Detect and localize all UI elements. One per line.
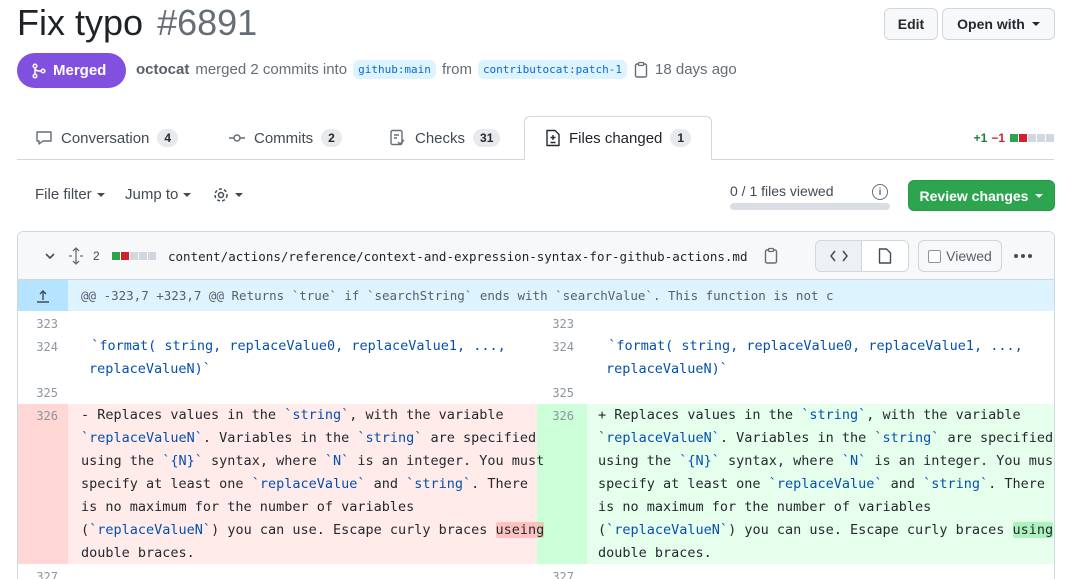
- pr-meta: octocat merged 2 commits into github:mai…: [136, 60, 737, 79]
- chevron-down-icon: [183, 192, 192, 197]
- head-branch[interactable]: contributocat:patch-1: [477, 60, 628, 79]
- tab-checks[interactable]: Checks 31: [389, 116, 501, 160]
- viewed-label: Viewed: [946, 248, 992, 264]
- code-text: `format( string, replaceValue0, replaceV…: [75, 338, 506, 354]
- line-number[interactable]: 323: [538, 317, 574, 331]
- file-path[interactable]: content/actions/reference/context-and-ex…: [168, 232, 747, 280]
- comment-icon: [36, 131, 52, 145]
- from-label: from: [441, 61, 472, 78]
- code-text: `format( string, replaceValue0, replaceV…: [592, 338, 1023, 354]
- open-with-label: Open with: [957, 16, 1025, 32]
- info-icon[interactable]: i: [872, 184, 888, 200]
- hunk-header-text: @@ -323,7 +323,7 @@ Returns `true` if `s…: [81, 288, 834, 303]
- pr-number: #6891: [157, 2, 258, 43]
- line-number[interactable]: 325: [22, 386, 58, 400]
- tab-count: 31: [473, 129, 501, 147]
- tab-label: Files changed: [569, 129, 663, 147]
- checkbox-icon: [928, 249, 942, 263]
- line-number[interactable]: 327: [22, 570, 58, 579]
- line-number[interactable]: 326: [538, 409, 574, 423]
- merge-description: merged 2 commits into: [195, 61, 348, 78]
- files-viewed-progress: [730, 203, 890, 210]
- code-line: `format( string, replaceValue0, replaceV…: [592, 335, 1023, 381]
- status-badge: Merged: [17, 53, 126, 88]
- code-view-icon[interactable]: [816, 241, 862, 271]
- tab-commits[interactable]: Commits 2: [228, 116, 342, 160]
- tab-files-changed[interactable]: Files changed 1: [524, 116, 713, 160]
- file-change-count: 2: [93, 249, 100, 263]
- review-changes-label: Review changes: [919, 187, 1029, 204]
- diffstat-summary: +1 −1: [974, 131, 1054, 145]
- chevron-down-icon: [1031, 22, 1040, 26]
- author-link[interactable]: octocat: [136, 61, 189, 78]
- jump-to-dropdown[interactable]: Jump to: [125, 186, 192, 203]
- diffstat-bar: [1009, 131, 1054, 145]
- tab-label: Conversation: [61, 129, 150, 147]
- more-options-icon[interactable]: [1013, 232, 1033, 280]
- added-code: + Replaces values in the `string`, with …: [598, 407, 1054, 561]
- pr-title: Fix typo: [17, 2, 144, 43]
- base-branch[interactable]: github:main: [353, 60, 436, 79]
- code-line: `format( string, replaceValue0, replaceV…: [75, 335, 506, 381]
- line-number[interactable]: 323: [22, 317, 58, 331]
- merge-time: 18 days ago: [655, 61, 737, 78]
- file-filter-dropdown[interactable]: File filter: [35, 186, 105, 203]
- tab-conversation[interactable]: Conversation 4: [35, 116, 179, 160]
- viewed-checkbox[interactable]: Viewed: [918, 240, 1002, 272]
- code-text: replaceValueN)`: [89, 361, 211, 377]
- edit-button[interactable]: Edit: [884, 8, 938, 40]
- diff-settings-button[interactable]: [212, 186, 243, 204]
- copy-icon[interactable]: [633, 61, 649, 79]
- line-number[interactable]: 324: [538, 340, 574, 354]
- expand-up-icon[interactable]: [18, 280, 68, 311]
- page-title: Fix typo #6891: [17, 2, 257, 44]
- rich-view-icon[interactable]: [862, 241, 908, 271]
- line-number[interactable]: 327: [538, 570, 574, 579]
- collapse-chevron-icon[interactable]: [44, 232, 56, 280]
- files-viewed-count: 0 / 1 files viewed: [730, 183, 834, 199]
- tab-label: Commits: [254, 129, 314, 147]
- edit-button-label: Edit: [897, 16, 925, 32]
- chevron-down-icon: [235, 193, 243, 197]
- gear-icon: [214, 188, 228, 202]
- file-diff: 2 content/actions/reference/context-and-…: [17, 231, 1055, 579]
- file-diffstat-bar: [111, 232, 156, 280]
- deleted-code: - Replaces values in the `string`, with …: [81, 407, 545, 561]
- tab-count: 2: [321, 129, 342, 147]
- added-line-gutter: [537, 404, 587, 564]
- checklist-icon: [390, 129, 405, 146]
- deleted-word: useing: [495, 522, 545, 538]
- chevron-down-icon: [96, 192, 105, 197]
- file-diff-icon: [546, 129, 560, 147]
- added-word: using: [1012, 522, 1054, 538]
- code-text: replaceValueN)`: [606, 361, 728, 377]
- diff-view-toggle: [815, 240, 909, 272]
- copy-path-icon[interactable]: [763, 232, 779, 280]
- file-filter-label: File filter: [35, 186, 92, 203]
- merge-icon: [32, 62, 46, 79]
- line-number[interactable]: 324: [22, 340, 58, 354]
- commit-icon: [229, 134, 245, 142]
- additions-count: +1: [973, 131, 988, 145]
- line-number[interactable]: 325: [538, 386, 574, 400]
- chevron-down-icon: [1035, 193, 1044, 198]
- file-header: 2 content/actions/reference/context-and-…: [18, 232, 1054, 280]
- deletions-count: −1: [991, 131, 1005, 145]
- expand-all-icon[interactable]: [68, 232, 84, 280]
- tab-label: Checks: [415, 129, 466, 147]
- tab-count: 4: [157, 129, 179, 147]
- deleted-line-gutter: [18, 404, 68, 564]
- status-label: Merged: [53, 62, 107, 79]
- hunk-header: @@ -323,7 +323,7 @@ Returns `true` if `s…: [18, 280, 1054, 311]
- open-with-button[interactable]: Open with: [942, 8, 1055, 40]
- jump-to-label: Jump to: [125, 186, 179, 203]
- line-number[interactable]: 326: [22, 409, 58, 423]
- review-changes-button[interactable]: Review changes: [908, 180, 1055, 211]
- tab-count: 1: [670, 129, 692, 147]
